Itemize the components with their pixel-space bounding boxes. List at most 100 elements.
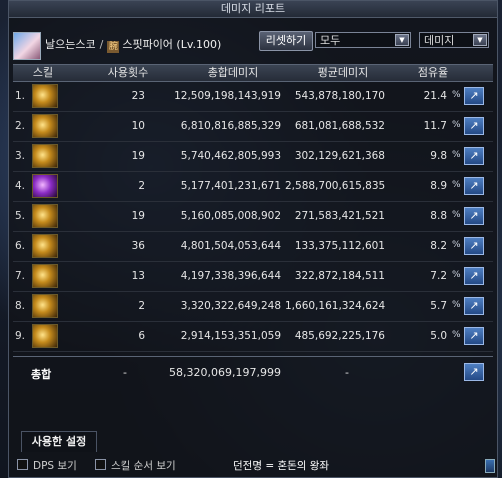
row-uses: 36 [131, 240, 145, 252]
table-row: 9. 6 2,914,153,351,059 485,692,225,176 5… [13, 322, 493, 352]
share-button[interactable] [464, 207, 484, 225]
dungeon-label: 던전명 = 혼돈의 왕좌 [233, 460, 330, 472]
chevron-down-icon[interactable]: ▼ [473, 34, 487, 46]
reset-button[interactable]: 리셋하기 [259, 31, 313, 51]
percent-icon: % [452, 330, 461, 340]
row-total: 5,740,462,805,993 [180, 150, 281, 162]
scroll-handle[interactable] [485, 459, 495, 473]
dps-checkbox[interactable] [17, 459, 28, 470]
row-avg: 543,878,180,170 [294, 90, 385, 102]
tab-used-settings[interactable]: 사용한 설정 [21, 431, 97, 452]
bottom-options: DPS 보기 스킬 순서 보기 던전명 = 혼돈의 왕좌 [9, 453, 497, 477]
share-button[interactable] [464, 297, 484, 315]
skill-table: 1. 23 12,509,198,143,919 543,878,180,170… [13, 82, 493, 352]
row-avg: 485,692,225,176 [294, 330, 385, 342]
share-button[interactable] [464, 177, 484, 195]
col-avg: 평균데미지 [317, 66, 369, 79]
metric-filter-select[interactable]: 데미지 ▼ [419, 32, 489, 48]
row-share: 8.9 [430, 180, 447, 192]
row-total: 12,509,198,143,919 [174, 90, 281, 102]
table-row: 3. 19 5,740,462,805,993 302,129,621,368 … [13, 142, 493, 172]
row-avg: 271,583,421,521 [294, 210, 385, 222]
dps-checkbox-label: DPS 보기 [33, 460, 77, 472]
totals-avg: - [345, 366, 349, 379]
skill-order-checkbox-label: 스킬 순서 보기 [111, 460, 176, 472]
player-info: 날으는스코 / 腕 스핏파이어 (Lv.100) [45, 38, 222, 53]
player-name: 날으는스코 [45, 38, 96, 51]
row-rank: 5. [15, 210, 26, 222]
skill-icon [32, 144, 58, 168]
skill-icon [32, 264, 58, 288]
row-uses: 23 [131, 90, 145, 102]
row-total: 5,177,401,231,671 [180, 180, 281, 192]
damage-report-window: 데미지 리포트 날으는스코 / 腕 스핏파이어 (Lv.100) 리셋하기 모두 ▼ … [8, 0, 498, 478]
row-avg: 133,375,112,601 [294, 240, 385, 252]
row-share: 7.2 [430, 270, 447, 282]
row-rank: 9. [15, 330, 26, 342]
row-avg: 322,872,184,511 [294, 270, 385, 282]
target-filter-select[interactable]: 모두 ▼ [315, 32, 411, 48]
row-share: 11.7 [423, 120, 447, 132]
report-header: 날으는스코 / 腕 스핏파이어 (Lv.100) 리셋하기 모두 ▼ 데미지 ▼ [9, 18, 497, 64]
table-row: 6. 36 4,801,504,053,644 133,375,112,601 … [13, 232, 493, 262]
metric-filter-value: 데미지 [424, 34, 455, 47]
row-share: 5.7 [430, 300, 447, 312]
row-rank: 1. [15, 90, 26, 102]
skill-icon [32, 114, 58, 138]
col-total: 총합데미지 [207, 66, 259, 79]
row-uses: 2 [138, 180, 145, 192]
row-share: 8.2 [430, 240, 447, 252]
row-share: 9.8 [430, 150, 447, 162]
row-total: 2,914,153,351,059 [180, 330, 281, 342]
table-row: 4. 2 5,177,401,231,671 2,588,700,615,835… [13, 172, 493, 202]
table-header: 스킬 사용횟수 총합데미지 평균데미지 점유율 [13, 64, 493, 82]
row-share: 21.4 [423, 90, 447, 102]
table-row: 2. 10 6,810,816,885,329 681,081,688,532 … [13, 112, 493, 142]
percent-icon: % [452, 90, 461, 100]
col-share: 점유율 [417, 66, 449, 79]
percent-icon: % [452, 300, 461, 310]
share-button[interactable] [464, 327, 484, 345]
share-button[interactable] [464, 267, 484, 285]
avatar [13, 32, 41, 60]
row-avg: 681,081,688,532 [294, 120, 385, 132]
row-uses: 2 [138, 300, 145, 312]
totals-total: 58,320,069,197,999 [169, 366, 281, 379]
row-rank: 8. [15, 300, 26, 312]
row-total: 3,320,322,649,248 [180, 300, 281, 312]
share-button[interactable] [464, 87, 484, 105]
skill-icon [32, 204, 58, 228]
skill-icon [32, 234, 58, 258]
skill-icon [32, 324, 58, 348]
row-total: 4,197,338,396,644 [180, 270, 281, 282]
totals-uses: - [123, 366, 127, 379]
row-rank: 4. [15, 180, 26, 192]
percent-icon: % [452, 180, 461, 190]
percent-icon: % [452, 240, 461, 250]
share-button[interactable] [464, 147, 484, 165]
table-row: 5. 19 5,160,085,008,902 271,583,421,521 … [13, 202, 493, 232]
class-icon: 腕 [107, 41, 120, 53]
row-share: 8.8 [430, 210, 447, 222]
col-skill: 스킬 [32, 66, 54, 79]
row-total: 6,810,816,885,329 [180, 120, 281, 132]
row-uses: 6 [138, 330, 145, 342]
row-avg: 1,660,161,324,624 [285, 300, 386, 312]
share-button[interactable] [464, 363, 484, 381]
row-total: 4,801,504,053,644 [180, 240, 281, 252]
percent-icon: % [452, 210, 461, 220]
skill-icon [32, 294, 58, 318]
row-rank: 2. [15, 120, 26, 132]
window-title: 데미지 리포트 [9, 1, 497, 18]
row-uses: 10 [131, 120, 145, 132]
table-row: 7. 13 4,197,338,396,644 322,872,184,511 … [13, 262, 493, 292]
skill-icon [32, 84, 58, 108]
row-rank: 6. [15, 240, 26, 252]
class-label: 스핏파이어 (Lv.100) [122, 38, 222, 51]
skill-order-checkbox[interactable] [95, 459, 106, 470]
totals-label: 총합 [31, 368, 52, 381]
chevron-down-icon[interactable]: ▼ [395, 34, 409, 46]
share-button[interactable] [464, 237, 484, 255]
row-total: 5,160,085,008,902 [180, 210, 281, 222]
share-button[interactable] [464, 117, 484, 135]
